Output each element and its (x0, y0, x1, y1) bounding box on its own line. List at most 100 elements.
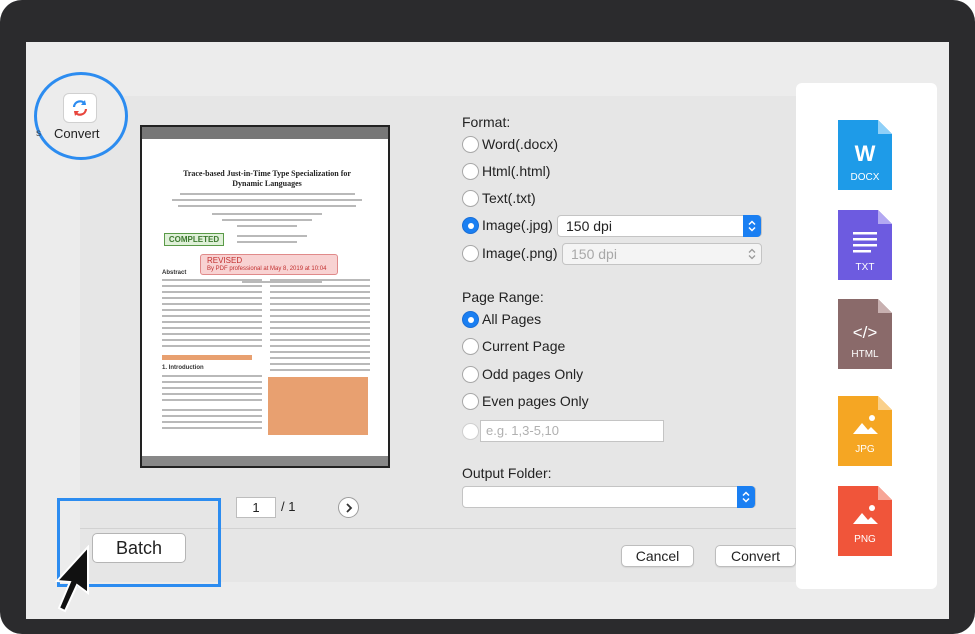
revised-stamp: REVISED By PDF professional at May 8, 20… (200, 254, 338, 275)
preview-text-line (270, 315, 370, 317)
preview-text-line (162, 339, 262, 341)
format-label-png: Image(.png) (482, 245, 558, 261)
png-dpi-stepper[interactable] (743, 243, 761, 265)
updown-icon (748, 248, 756, 260)
preview-bottom-band (142, 456, 388, 466)
preview-abstract-heading: Abstract (162, 270, 187, 276)
mouse-cursor-icon (55, 545, 89, 613)
preview-text-line (270, 339, 370, 341)
range-radio-odd[interactable] (462, 366, 479, 383)
toolbar-left-mark: s (36, 128, 41, 139)
jpg-dpi-stepper[interactable] (743, 215, 761, 237)
page-number-input[interactable]: 1 (236, 497, 276, 518)
output-folder-heading: Output Folder: (462, 465, 552, 481)
page-total: / 1 (281, 499, 296, 514)
range-radio-custom[interactable] (462, 423, 479, 440)
completed-stamp: COMPLETED (164, 233, 224, 246)
preview-text-line (270, 321, 370, 323)
preview-text-line (222, 219, 312, 221)
format-label-docx: Word(.docx) (482, 136, 558, 152)
revised-stamp-note: By PDF professional at May 8, 2019 at 10… (207, 266, 327, 272)
preview-text-line (237, 225, 297, 227)
preview-text-line (180, 193, 355, 195)
format-radio-txt[interactable] (462, 190, 479, 207)
preview-text-line (162, 285, 262, 287)
preview-text-line (270, 351, 370, 353)
format-label-html: Html(.html) (482, 163, 551, 179)
cancel-button[interactable]: Cancel (621, 545, 694, 567)
range-radio-current[interactable] (462, 338, 479, 355)
preview-text-line (270, 303, 370, 305)
document-preview: Trace-based Just-in-Time Type Specializa… (140, 125, 390, 468)
format-radio-html[interactable] (462, 163, 479, 180)
preview-text-line (237, 235, 307, 237)
jpg-format-icon[interactable]: JPG (838, 396, 892, 466)
preview-text-line (270, 297, 370, 299)
png-format-label: PNG (854, 534, 876, 545)
docx-format-icon[interactable]: W DOCX (838, 120, 892, 190)
png-file-icon (838, 486, 892, 556)
preview-text-line (162, 399, 262, 401)
preview-text-line (162, 415, 262, 417)
format-radio-png[interactable] (462, 245, 479, 262)
preview-text-line (270, 345, 370, 347)
preview-text-line (162, 375, 262, 377)
chevron-right-icon (345, 502, 352, 513)
preview-intro-heading: 1. Introduction (162, 365, 204, 371)
output-folder-select[interactable] (462, 486, 756, 508)
preview-text-line (162, 303, 262, 305)
format-radio-jpg[interactable] (462, 217, 479, 234)
preview-text-line (270, 279, 370, 281)
preview-text-line (162, 291, 262, 293)
format-radio-docx[interactable] (462, 136, 479, 153)
revised-stamp-title: REVISED (207, 256, 243, 265)
next-page-button[interactable] (338, 497, 359, 518)
txt-format-icon[interactable]: TXT (838, 210, 892, 280)
convert-button[interactable]: Convert (715, 545, 796, 567)
range-radio-even[interactable] (462, 393, 479, 410)
html-format-label: HTML (851, 349, 879, 360)
convert-icon (72, 100, 88, 116)
preview-text-line (270, 309, 370, 311)
png-format-icon[interactable]: PNG (838, 486, 892, 556)
jpg-dpi-select[interactable]: 150 dpi (557, 215, 762, 237)
svg-text:W: W (855, 141, 876, 166)
range-label-even: Even pages Only (482, 393, 589, 409)
png-dpi-select[interactable]: 150 dpi (562, 243, 762, 265)
svg-text:</>: </> (853, 323, 878, 342)
preview-text-line (162, 387, 262, 389)
preview-text-line (270, 357, 370, 359)
preview-text-line (212, 213, 322, 215)
preview-text-line (162, 327, 262, 329)
txt-format-label: TXT (855, 262, 875, 273)
html-format-icon[interactable]: </> HTML (838, 299, 892, 369)
preview-text-line (270, 291, 370, 293)
output-folder-stepper[interactable] (737, 486, 755, 508)
preview-text-line (162, 381, 262, 383)
updown-icon (748, 220, 756, 232)
preview-text-line (178, 205, 356, 207)
range-label-all: All Pages (482, 311, 542, 327)
range-label-odd: Odd pages Only (482, 366, 584, 382)
updown-icon (742, 491, 750, 503)
jpg-dpi-value: 150 dpi (566, 218, 612, 234)
jpg-file-icon (838, 396, 892, 466)
format-label-txt: Text(.txt) (482, 190, 536, 206)
png-dpi-value: 150 dpi (571, 246, 617, 262)
preview-text-line (270, 333, 370, 335)
preview-text-line (162, 309, 262, 311)
preview-highlight (268, 377, 368, 435)
convert-toolbar-button[interactable] (63, 93, 97, 123)
preview-text-line (162, 409, 262, 411)
preview-text-line (162, 421, 262, 423)
format-label-jpg: Image(.jpg) (482, 217, 553, 233)
range-radio-all[interactable] (462, 311, 479, 328)
batch-button[interactable]: Batch (92, 533, 186, 563)
preview-text-line (162, 297, 262, 299)
convert-toolbar-label: Convert (54, 126, 100, 141)
page-range-heading: Page Range: (462, 289, 544, 305)
preview-text-line (162, 279, 262, 281)
custom-range-input[interactable]: e.g. 1,3-5,10 (480, 420, 664, 442)
format-heading: Format: (462, 114, 511, 130)
preview-text-line (242, 281, 322, 283)
